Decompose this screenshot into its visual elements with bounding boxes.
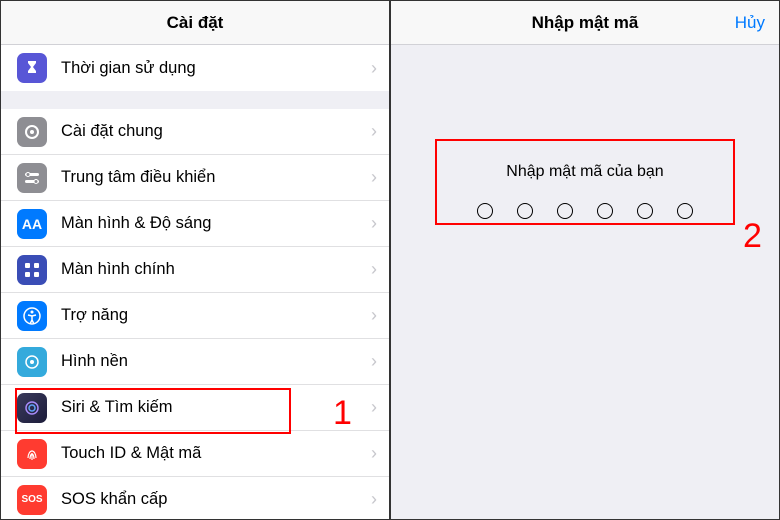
settings-screen: Cài đặt Thời gian sử dụng › Cài đặt chun… [0,0,390,520]
passcode-area: Nhập mật mã của bạn [391,45,779,519]
row-label: Màn hình chính [61,260,371,279]
chevron-right-icon: › [371,305,377,326]
chevron-right-icon: › [371,443,377,464]
navbar: Cài đặt [1,1,389,45]
chevron-right-icon: › [371,58,377,79]
chevron-right-icon: › [371,213,377,234]
row-label: Trung tâm điều khiển [61,168,371,187]
nav-title: Cài đặt [167,13,224,33]
chevron-right-icon: › [371,167,377,188]
row-home-screen[interactable]: Màn hình chính › [1,247,389,293]
row-screen-time[interactable]: Thời gian sử dụng › [1,45,389,91]
row-display-brightness[interactable]: AA Màn hình & Độ sáng › [1,201,389,247]
row-control-center[interactable]: Trung tâm điều khiển › [1,155,389,201]
chevron-right-icon: › [371,259,377,280]
passcode-dot [517,203,533,219]
aa-icon: AA [17,209,47,239]
passcode-prompt: Nhập mật mã của bạn [477,163,693,181]
sos-icon: SOS [17,485,47,515]
row-label: Hình nền [61,352,371,371]
row-general[interactable]: Cài đặt chung › [1,109,389,155]
gear-icon [17,117,47,147]
settings-group-2: Cài đặt chung › Trung tâm điều khiển › A… [1,109,389,519]
chevron-right-icon: › [371,121,377,142]
switches-icon [17,163,47,193]
passcode-dot [637,203,653,219]
settings-group-1: Thời gian sử dụng › [1,45,389,91]
passcode-dot [477,203,493,219]
fingerprint-icon [17,439,47,469]
row-accessibility[interactable]: Trợ năng › [1,293,389,339]
passcode-dots[interactable] [477,203,693,219]
chevron-right-icon: › [371,489,377,510]
row-touch-id-passcode[interactable]: Touch ID & Mật mã › [1,431,389,477]
passcode-screen: Nhập mật mã Hủy Nhập mật mã của bạn 2 [390,0,780,520]
row-wallpaper[interactable]: Hình nền › [1,339,389,385]
row-label: Cài đặt chung [61,122,371,141]
chevron-right-icon: › [371,351,377,372]
row-label: Thời gian sử dụng [61,59,371,78]
passcode-dot [677,203,693,219]
navbar: Nhập mật mã Hủy [391,1,779,45]
passcode-dot [557,203,573,219]
row-siri-search[interactable]: Siri & Tìm kiếm › [1,385,389,431]
settings-content: Thời gian sử dụng › Cài đặt chung › Trun… [1,45,389,519]
cancel-button[interactable]: Hủy [735,13,765,33]
hourglass-icon [17,53,47,83]
grid-icon [17,255,47,285]
chevron-right-icon: › [371,397,377,418]
siri-icon [17,393,47,423]
passcode-dot [597,203,613,219]
nav-title: Nhập mật mã [532,13,639,33]
row-label: Touch ID & Mật mã [61,444,371,463]
wallpaper-icon [17,347,47,377]
row-emergency-sos[interactable]: SOS SOS khẩn cấp › [1,477,389,519]
row-label: Siri & Tìm kiếm [61,398,371,417]
row-label: SOS khẩn cấp [61,490,371,509]
row-label: Màn hình & Độ sáng [61,214,371,233]
passcode-box: Nhập mật mã của bạn [437,145,733,245]
row-label: Trợ năng [61,306,371,325]
accessibility-icon [17,301,47,331]
